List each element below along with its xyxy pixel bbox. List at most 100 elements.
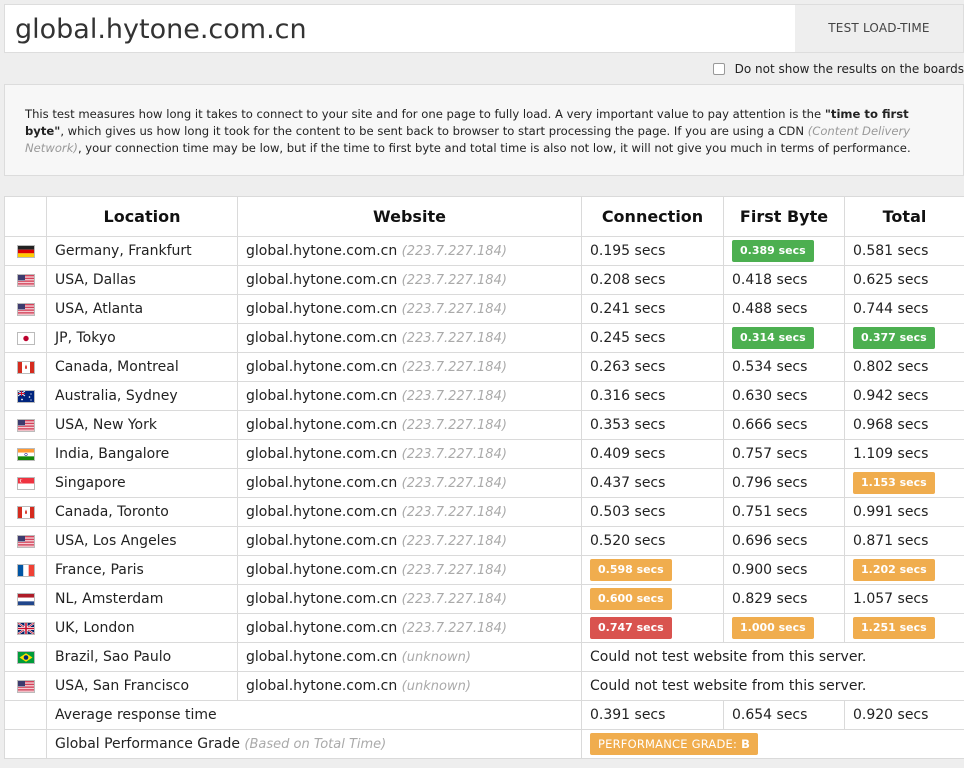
website-host: global.hytone.com.cn — [246, 504, 398, 520]
connection-header: Connection — [581, 196, 724, 237]
location-cell: Brazil, Sao Paulo — [46, 642, 238, 672]
website-cell: global.hytone.com.cn (223.7.227.184) — [237, 526, 582, 556]
total-badge: 0.377 secs — [853, 327, 935, 349]
total-cell: 0.871 secs — [844, 526, 964, 556]
website-ip: (223.7.227.184) — [401, 360, 507, 375]
website-ip: (unknown) — [401, 650, 471, 665]
total-cell: 1.057 secs — [844, 584, 964, 614]
connection-cell: 0.503 secs — [581, 497, 724, 527]
average-total: 0.920 secs — [844, 700, 964, 730]
table-row: India, Bangalore global.hytone.com.cn (22… — [4, 439, 964, 469]
first-byte-cell: 0.900 secs — [723, 555, 845, 585]
website-host: global.hytone.com.cn — [246, 272, 398, 288]
netherlands-flag-icon — [16, 591, 35, 607]
hide-results-option[interactable]: Do not show the results on the boards — [712, 60, 964, 78]
table-row: Canada, Toronto global.hytone.com.cn (223… — [4, 497, 964, 527]
location-cell: JP, Tokyo — [46, 323, 238, 353]
table-header-row: Location Website Connection First Byte T… — [4, 196, 964, 237]
location-header: Location — [46, 196, 238, 237]
flag-header — [4, 196, 47, 237]
summary-body: Average response time 0.391 secs 0.654 s… — [4, 700, 964, 759]
location-cell: USA, San Francisco — [46, 671, 238, 701]
first-byte-cell: 0.757 secs — [723, 439, 845, 469]
connection-cell: 0.316 secs — [581, 381, 724, 411]
total-cell: 1.153 secs — [844, 468, 964, 498]
error-message: Could not test website from this server. — [581, 671, 964, 701]
total-cell: 1.251 secs — [844, 613, 964, 643]
flag-cell — [4, 352, 47, 382]
hide-results-checkbox[interactable] — [712, 63, 725, 75]
website-ip: (223.7.227.184) — [401, 389, 507, 404]
table-row: USA, Dallas global.hytone.com.cn (223.7.2… — [4, 265, 964, 295]
usa-flag-icon — [16, 272, 35, 288]
hide-results-label: Do not show the results on the boards — [734, 62, 964, 76]
flag-cell — [4, 555, 47, 585]
japan-flag-icon — [16, 330, 35, 346]
grade-note: (Based on Total Time) — [244, 737, 387, 752]
connection-cell: 0.520 secs — [581, 526, 724, 556]
location-cell: USA, Atlanta — [46, 294, 238, 324]
flag-cell — [4, 439, 47, 469]
website-cell: global.hytone.com.cn (223.7.227.184) — [237, 323, 582, 353]
total-header: Total — [844, 196, 964, 237]
average-first-byte: 0.654 secs — [723, 700, 845, 730]
location-cell: Canada, Toronto — [46, 497, 238, 527]
singapore-flag-icon — [16, 475, 35, 491]
website-host: global.hytone.com.cn — [246, 301, 398, 317]
brazil-flag-icon — [16, 649, 35, 665]
website-host: global.hytone.com.cn — [246, 620, 398, 636]
flag-cell — [4, 236, 47, 266]
test-load-time-button[interactable]: TEST LOAD-TIME — [795, 5, 963, 52]
location-cell: UK, London — [46, 613, 238, 643]
connection-badge: 0.600 secs — [590, 588, 672, 610]
total-cell: 0.802 secs — [844, 352, 964, 382]
table-row: Brazil, Sao Paulo global.hytone.com.cn (u… — [4, 642, 964, 672]
connection-cell: 0.409 secs — [581, 439, 724, 469]
info-text-2: , which gives us how long it took for th… — [60, 124, 808, 138]
first-byte-cell: 0.666 secs — [723, 410, 845, 440]
india-flag-icon — [16, 446, 35, 462]
table-row: Australia, Sydney global.hytone.com.cn (2… — [4, 381, 964, 411]
website-ip: (223.7.227.184) — [401, 563, 507, 578]
connection-cell: 0.747 secs — [581, 613, 724, 643]
table-row: NL, Amsterdam global.hytone.com.cn (223.7… — [4, 584, 964, 614]
location-cell: Australia, Sydney — [46, 381, 238, 411]
table-row: Germany, Frankfurt global.hytone.com.cn (… — [4, 236, 964, 266]
table-row: USA, Atlanta global.hytone.com.cn (223.7.… — [4, 294, 964, 324]
website-ip: (223.7.227.184) — [401, 621, 507, 636]
average-row: Average response time 0.391 secs 0.654 s… — [4, 700, 964, 730]
url-input[interactable] — [15, 9, 775, 49]
first-byte-cell: 0.630 secs — [723, 381, 845, 411]
table-row: France, Paris global.hytone.com.cn (223.7… — [4, 555, 964, 585]
info-text-3: , your connection time may be low, but i… — [77, 141, 911, 155]
france-flag-icon — [16, 562, 35, 578]
connection-cell: 0.208 secs — [581, 265, 724, 295]
connection-cell: 0.195 secs — [581, 236, 724, 266]
website-cell: global.hytone.com.cn (unknown) — [237, 642, 582, 672]
total-cell: 0.581 secs — [844, 236, 964, 266]
website-host: global.hytone.com.cn — [246, 649, 398, 665]
flag-cell — [4, 497, 47, 527]
website-cell: global.hytone.com.cn (223.7.227.184) — [237, 584, 582, 614]
table-row: USA, Los Angeles global.hytone.com.cn (22… — [4, 526, 964, 556]
total-badge: 1.153 secs — [853, 472, 935, 494]
website-host: global.hytone.com.cn — [246, 475, 398, 491]
info-text-1: This test measures how long it takes to … — [25, 107, 825, 121]
total-cell: 0.968 secs — [844, 410, 964, 440]
website-host: global.hytone.com.cn — [246, 446, 398, 462]
website-ip: (223.7.227.184) — [401, 331, 507, 346]
website-host: global.hytone.com.cn — [246, 417, 398, 433]
flag-cell — [4, 294, 47, 324]
connection-cell: 0.353 secs — [581, 410, 724, 440]
website-ip: (223.7.227.184) — [401, 418, 507, 433]
grade-badge-cell: PERFORMANCE GRADE: B — [581, 729, 964, 759]
usa-flag-icon — [16, 417, 35, 433]
website-cell: global.hytone.com.cn (223.7.227.184) — [237, 265, 582, 295]
location-cell: USA, New York — [46, 410, 238, 440]
website-host: global.hytone.com.cn — [246, 533, 398, 549]
australia-flag-icon — [16, 388, 35, 404]
table-row: UK, London global.hytone.com.cn (223.7.22… — [4, 613, 964, 643]
first-byte-header: First Byte — [723, 196, 845, 237]
website-cell: global.hytone.com.cn (223.7.227.184) — [237, 381, 582, 411]
average-flag-cell — [4, 700, 47, 730]
